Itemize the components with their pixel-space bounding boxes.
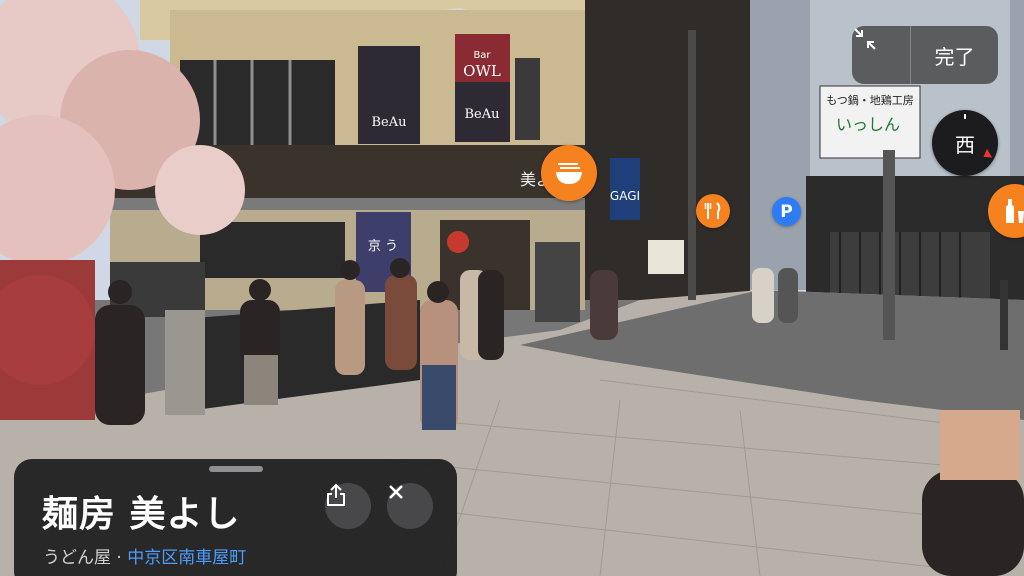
fork-knife-icon — [704, 202, 721, 219]
drag-handle[interactable] — [209, 466, 263, 472]
share-button[interactable] — [325, 483, 371, 529]
share-icon — [327, 483, 345, 506]
viewer-controls: 完了 — [852, 26, 998, 84]
place-card[interactable]: 麺房 美よし うどん屋 · 中京区南車屋町 — [14, 459, 457, 576]
close-icon — [389, 485, 403, 499]
ramen-poi-marker[interactable] — [541, 145, 597, 201]
ramen-bowl-icon — [556, 163, 582, 184]
place-location-link[interactable]: 中京区南車屋町 — [127, 548, 246, 568]
street-view-panorama[interactable]: もつ鍋・地鶏工房 いっしん GAGI BeAu Bar OWL BeAu 京 う… — [0, 0, 1024, 576]
nokoro-logo: いっしん — [836, 115, 900, 134]
restaurant-poi-marker[interactable] — [696, 194, 730, 228]
bottle-icon — [1006, 199, 1024, 223]
owl-sign: OWL — [463, 62, 501, 80]
place-title: 麺房 美よし — [42, 494, 241, 535]
compass-heading: 西 — [955, 132, 975, 157]
beau-sign-left: BeAu — [371, 115, 406, 130]
owl-sign-small: Bar — [473, 50, 491, 61]
noren-sign: 京 う — [368, 239, 398, 254]
place-subtitle: うどん屋 · 中京区南車屋町 — [43, 543, 246, 568]
place-category: うどん屋 — [43, 548, 111, 568]
close-button[interactable] — [387, 483, 433, 529]
parking-poi-marker[interactable]: P — [772, 197, 801, 226]
exit-fullscreen-button[interactable] — [852, 26, 911, 84]
beau-sign-right: BeAu — [464, 107, 499, 122]
compass-tick — [964, 114, 966, 119]
gagi-sign: GAGI — [610, 189, 640, 203]
done-button[interactable]: 完了 — [911, 41, 998, 70]
nokoro-sign: もつ鍋・地鶏工房 — [826, 93, 914, 107]
compass[interactable]: 西 — [932, 110, 998, 176]
compass-pointer — [980, 148, 993, 162]
parking-icon: P — [780, 201, 793, 222]
separator: · — [111, 548, 128, 568]
collapse-arrows-icon — [854, 28, 876, 50]
